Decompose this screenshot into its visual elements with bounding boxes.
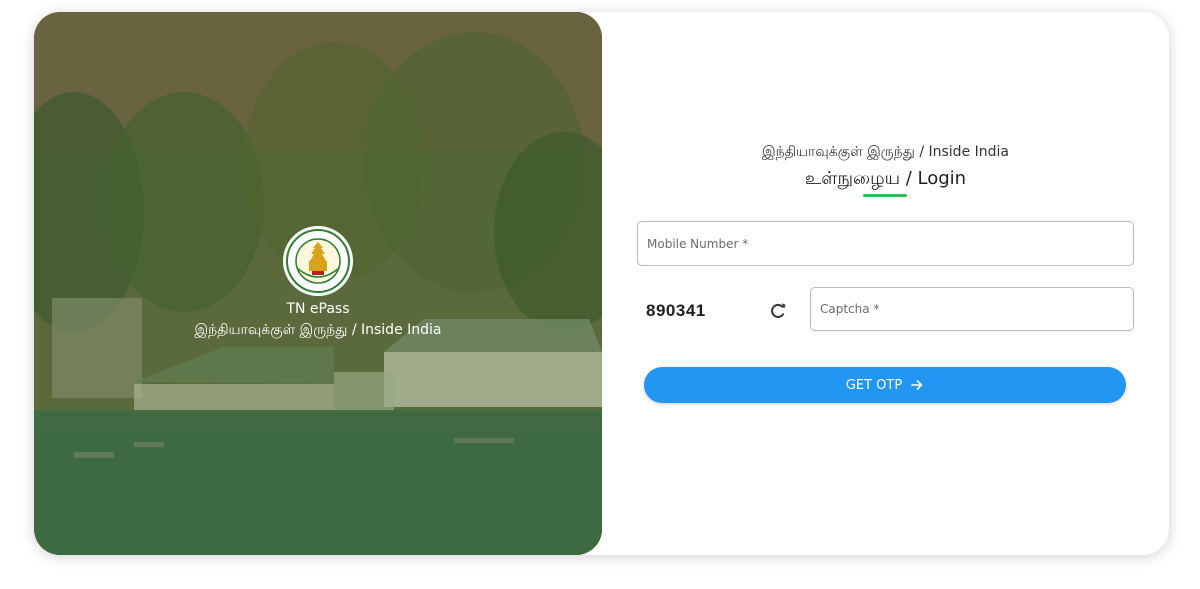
mobile-number-input[interactable]	[638, 222, 1133, 265]
hero-subtitle: இந்தியாவுக்குள் இருந்து / Inside India	[194, 322, 442, 338]
hero-branding: TN ePass இந்தியாவுக்குள் இருந்து / Insid…	[34, 226, 602, 340]
login-card: TN ePass இந்தியாவுக்குள் இருந்து / Insid…	[34, 12, 1169, 555]
title-underline	[863, 194, 907, 197]
mobile-number-field[interactable]	[637, 221, 1134, 266]
tn-emblem-icon	[283, 226, 353, 296]
arrow-right-icon	[910, 378, 924, 392]
get-otp-button[interactable]: GET OTP	[644, 367, 1126, 403]
get-otp-label: GET OTP	[845, 377, 903, 393]
hero-panel: TN ePass இந்தியாவுக்குள் இருந்து / Insid…	[34, 12, 602, 555]
login-subtitle: இந்தியாவுக்குள் இருந்து / Inside India	[761, 144, 1009, 160]
login-title: உள்நுழைய / Login	[804, 168, 967, 189]
login-form: இந்தியாவுக்குள் இருந்து / Inside India உ…	[602, 12, 1169, 555]
hero-app-name: TN ePass	[286, 301, 350, 317]
captcha-input[interactable]	[811, 288, 1133, 330]
captcha-code: 890341	[646, 301, 706, 320]
captcha-field[interactable]	[810, 287, 1134, 331]
refresh-icon[interactable]	[768, 301, 788, 321]
